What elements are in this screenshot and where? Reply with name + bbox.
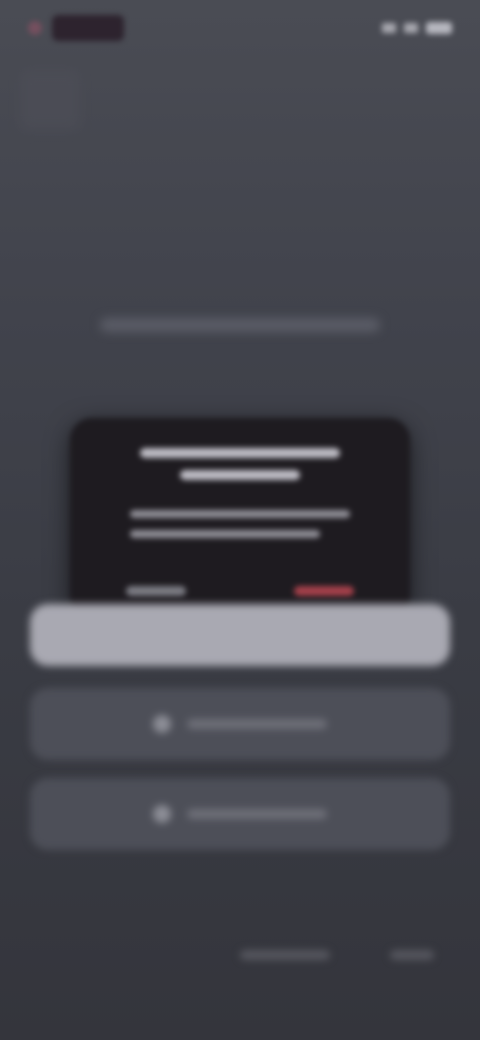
status-chip — [52, 15, 124, 41]
notification-dot-icon — [28, 21, 42, 35]
card-1-icon — [153, 715, 171, 733]
card-2-label-placeholder — [187, 809, 327, 819]
wifi-icon — [404, 23, 418, 33]
bottom-action-right[interactable] — [390, 950, 434, 960]
signal-icon — [382, 23, 396, 33]
card-2-icon — [153, 805, 171, 823]
dialog-confirm-button[interactable] — [294, 586, 354, 596]
option-card-2[interactable] — [30, 778, 450, 850]
card-1-label-placeholder — [187, 719, 327, 729]
bottom-bar — [0, 930, 480, 980]
dialog-cancel-button[interactable] — [126, 586, 186, 596]
dialog-title-placeholder — [140, 448, 340, 458]
bottom-action-left[interactable] — [240, 950, 330, 960]
blurred-screen — [0, 0, 480, 1040]
option-card-1[interactable] — [30, 688, 450, 760]
alert-dialog — [70, 418, 410, 618]
date-placeholder — [100, 318, 380, 332]
status-bar — [0, 0, 480, 56]
blurred-corner-element — [20, 70, 80, 130]
status-left-indicators — [28, 15, 124, 41]
dialog-title-placeholder-2 — [180, 470, 300, 480]
dialog-body-placeholder — [130, 510, 350, 518]
battery-icon — [426, 22, 452, 34]
dialog-body-placeholder-2 — [130, 530, 320, 538]
highlighted-card[interactable] — [30, 604, 450, 666]
status-right-indicators — [382, 22, 452, 34]
